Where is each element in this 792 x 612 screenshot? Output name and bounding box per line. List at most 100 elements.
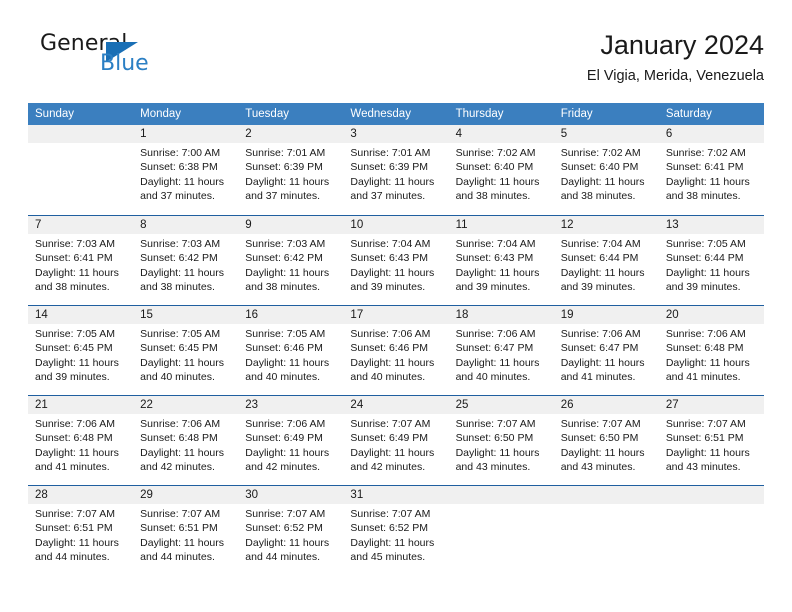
- day-cell[interactable]: Sunrise: 7:06 AM Sunset: 6:48 PM Dayligh…: [28, 414, 133, 486]
- daylight-text-1: Daylight: 11 hours: [245, 536, 330, 549]
- daylight-text-1: Daylight: 11 hours: [245, 356, 330, 369]
- weekday-header-row: Sunday Monday Tuesday Wednesday Thursday…: [28, 103, 764, 125]
- daylight-text-2: and 38 minutes.: [245, 281, 320, 294]
- day-number[interactable]: 14: [28, 306, 133, 324]
- sunset-text: Sunset: 6:44 PM: [560, 252, 639, 265]
- daylight-text-2: and 40 minutes.: [245, 371, 320, 384]
- day-number[interactable]: 18: [449, 306, 554, 324]
- sunset-text: Sunset: 6:51 PM: [35, 522, 113, 535]
- sunrise-text: Sunrise: 7:03 AM: [245, 238, 326, 250]
- daylight-text-2: and 41 minutes.: [665, 371, 741, 384]
- sunrise-text: Sunrise: 7:01 AM: [350, 147, 431, 159]
- day-number[interactable]: 9: [238, 216, 343, 234]
- day-cell[interactable]: Sunrise: 7:07 AM Sunset: 6:52 PM Dayligh…: [343, 504, 448, 576]
- sunset-text: Sunset: 6:51 PM: [665, 432, 744, 445]
- day-number[interactable]: 15: [133, 306, 238, 324]
- day-number[interactable]: 24: [343, 396, 448, 414]
- day-number[interactable]: 10: [343, 216, 448, 234]
- sunrise-text: Sunrise: 7:06 AM: [455, 328, 536, 340]
- sunset-text: Sunset: 6:48 PM: [35, 432, 113, 445]
- day-cell[interactable]: Sunrise: 7:06 AM Sunset: 6:46 PM Dayligh…: [343, 324, 448, 396]
- day-cell[interactable]: Sunrise: 7:06 AM Sunset: 6:48 PM Dayligh…: [133, 414, 238, 486]
- day-cell[interactable]: Sunrise: 7:01 AM Sunset: 6:39 PM Dayligh…: [238, 143, 343, 215]
- day-number[interactable]: 20: [659, 306, 764, 324]
- daylight-text-1: Daylight: 11 hours: [560, 446, 645, 459]
- day-cell[interactable]: Sunrise: 7:05 AM Sunset: 6:44 PM Dayligh…: [659, 234, 764, 306]
- day-number[interactable]: 13: [659, 216, 764, 234]
- day-number[interactable]: 16: [238, 306, 343, 324]
- day-cell[interactable]: Sunrise: 7:02 AM Sunset: 6:40 PM Dayligh…: [554, 143, 659, 215]
- day-cell[interactable]: Sunrise: 7:05 AM Sunset: 6:45 PM Dayligh…: [133, 324, 238, 396]
- sunrise-text: Sunrise: 7:07 AM: [350, 418, 431, 430]
- sunrise-text: Sunrise: 7:07 AM: [665, 418, 746, 430]
- day-cell[interactable]: Sunrise: 7:04 AM Sunset: 6:44 PM Dayligh…: [554, 234, 659, 306]
- day-number[interactable]: 28: [28, 486, 133, 504]
- day-cell[interactable]: Sunrise: 7:06 AM Sunset: 6:47 PM Dayligh…: [554, 324, 659, 396]
- day-cell[interactable]: Sunrise: 7:06 AM Sunset: 6:48 PM Dayligh…: [659, 324, 764, 396]
- day-cell[interactable]: Sunrise: 7:03 AM Sunset: 6:41 PM Dayligh…: [28, 234, 133, 306]
- day-cell[interactable]: [28, 143, 133, 215]
- daylight-text-1: Daylight: 11 hours: [350, 356, 435, 369]
- day-number[interactable]: 22: [133, 396, 238, 414]
- day-cell[interactable]: Sunrise: 7:07 AM Sunset: 6:51 PM Dayligh…: [133, 504, 238, 576]
- day-cell[interactable]: Sunrise: 7:04 AM Sunset: 6:43 PM Dayligh…: [343, 234, 448, 306]
- sunset-text: Sunset: 6:39 PM: [245, 161, 323, 174]
- day-number[interactable]: 26: [554, 396, 659, 414]
- day-number[interactable]: 7: [28, 216, 133, 234]
- day-number[interactable]: 5: [554, 125, 659, 143]
- day-number[interactable]: 30: [238, 486, 343, 504]
- sunrise-text: Sunrise: 7:04 AM: [455, 238, 536, 250]
- daylight-text-2: and 44 minutes.: [140, 551, 215, 564]
- day-cell[interactable]: Sunrise: 7:03 AM Sunset: 6:42 PM Dayligh…: [238, 234, 343, 306]
- logo[interactable]: General Blue: [40, 32, 200, 88]
- day-cell[interactable]: Sunrise: 7:02 AM Sunset: 6:40 PM Dayligh…: [449, 143, 554, 215]
- week-row: 28 29 30 31 Sunrise: 7:07 AM Sunset: 6:5…: [28, 485, 764, 576]
- day-cell[interactable]: Sunrise: 7:03 AM Sunset: 6:42 PM Dayligh…: [133, 234, 238, 306]
- day-cell[interactable]: Sunrise: 7:02 AM Sunset: 6:41 PM Dayligh…: [659, 143, 764, 215]
- page-subtitle: El Vigia, Merida, Venezuela: [586, 68, 764, 84]
- day-cell[interactable]: Sunrise: 7:06 AM Sunset: 6:49 PM Dayligh…: [238, 414, 343, 486]
- day-cell[interactable]: Sunrise: 7:07 AM Sunset: 6:49 PM Dayligh…: [343, 414, 448, 486]
- day-number[interactable]: 2: [238, 125, 343, 143]
- day-number[interactable]: 21: [28, 396, 133, 414]
- day-cell[interactable]: Sunrise: 7:07 AM Sunset: 6:51 PM Dayligh…: [659, 414, 764, 486]
- daylight-text-1: Daylight: 11 hours: [140, 266, 224, 279]
- sunrise-text: Sunrise: 7:00 AM: [140, 147, 221, 159]
- page-title: January 2024: [600, 30, 764, 60]
- day-number[interactable]: 8: [133, 216, 238, 234]
- day-cell[interactable]: Sunrise: 7:01 AM Sunset: 6:39 PM Dayligh…: [343, 143, 448, 215]
- day-cell[interactable]: Sunrise: 7:07 AM Sunset: 6:52 PM Dayligh…: [238, 504, 343, 576]
- day-cell[interactable]: Sunrise: 7:05 AM Sunset: 6:46 PM Dayligh…: [238, 324, 343, 396]
- day-number[interactable]: 31: [343, 486, 448, 504]
- day-number[interactable]: 11: [449, 216, 554, 234]
- day-number[interactable]: 29: [133, 486, 238, 504]
- daylight-text-1: Daylight: 11 hours: [665, 446, 750, 459]
- day-number[interactable]: 19: [554, 306, 659, 324]
- sunrise-text: Sunrise: 7:05 AM: [665, 238, 746, 250]
- day-number[interactable]: 6: [659, 125, 764, 143]
- sunrise-text: Sunrise: 7:06 AM: [665, 328, 746, 340]
- day-number[interactable]: 23: [238, 396, 343, 414]
- day-number[interactable]: 1: [133, 125, 238, 143]
- week-day-details: Sunrise: 7:07 AM Sunset: 6:51 PM Dayligh…: [28, 504, 764, 576]
- daylight-text-1: Daylight: 11 hours: [350, 266, 435, 279]
- daylight-text-2: and 44 minutes.: [35, 551, 110, 564]
- day-number[interactable]: 3: [343, 125, 448, 143]
- day-cell[interactable]: Sunrise: 7:04 AM Sunset: 6:43 PM Dayligh…: [449, 234, 554, 306]
- title-block: January 2024 El Vigia, Merida, Venezuela: [587, 28, 764, 86]
- day-number[interactable]: 4: [449, 125, 554, 143]
- sunset-text: Sunset: 6:50 PM: [560, 432, 639, 445]
- day-number[interactable]: 17: [343, 306, 448, 324]
- day-number[interactable]: [28, 125, 133, 143]
- sunrise-text: Sunrise: 7:01 AM: [245, 147, 326, 159]
- day-cell[interactable]: Sunrise: 7:07 AM Sunset: 6:51 PM Dayligh…: [28, 504, 133, 576]
- day-number[interactable]: 27: [659, 396, 764, 414]
- day-cell[interactable]: Sunrise: 7:06 AM Sunset: 6:47 PM Dayligh…: [449, 324, 554, 396]
- sunrise-text: Sunrise: 7:05 AM: [140, 328, 221, 340]
- day-cell[interactable]: Sunrise: 7:00 AM Sunset: 6:38 PM Dayligh…: [133, 143, 238, 215]
- day-number[interactable]: 25: [449, 396, 554, 414]
- day-cell[interactable]: Sunrise: 7:05 AM Sunset: 6:45 PM Dayligh…: [28, 324, 133, 396]
- day-cell[interactable]: Sunrise: 7:07 AM Sunset: 6:50 PM Dayligh…: [449, 414, 554, 486]
- day-cell[interactable]: Sunrise: 7:07 AM Sunset: 6:50 PM Dayligh…: [554, 414, 659, 486]
- day-number[interactable]: 12: [554, 216, 659, 234]
